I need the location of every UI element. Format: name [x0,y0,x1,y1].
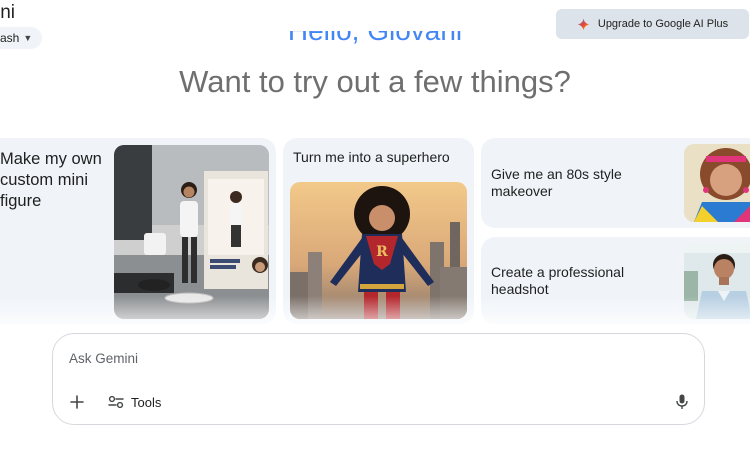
app-title: ini [0,2,16,23]
svg-text:R: R [376,244,388,260]
sparkle-icon [577,18,590,30]
prompt-composer: Tools [52,333,705,425]
suggestion-card-mini-figure[interactable]: Make my own custom mini figure [0,138,276,324]
suggestion-label: Turn me into a superhero [293,149,450,165]
suggestion-label: Give me an 80s style makeover [491,166,622,199]
microphone-icon [676,394,688,409]
suggestion-label: Make my own custom mini figure [0,150,102,210]
tools-icon [108,395,124,409]
suggestion-card-headshot[interactable]: Create a professional headshot [481,237,750,324]
suggestion-label: Create a professional headshot [491,264,625,297]
tools-label: Tools [131,394,162,410]
headshot-image [684,243,750,319]
makeover-image [684,144,750,222]
superhero-image: R [290,182,467,319]
greeting-prompt: Want to try out a few things? [179,64,571,99]
greeting-hello-text: Hello, Giovani [288,31,462,46]
gemini-home: ini ash ▼ Upgrade to Google AI Plus Hell… [0,0,750,460]
microphone-button[interactable] [671,391,693,413]
suggestion-card-80s-makeover[interactable]: Give me an 80s style makeover [481,138,750,228]
greeting-hello: Hello, Giovani [0,31,750,55]
upgrade-label: Upgrade to Google AI Plus [597,18,729,30]
mini-figure-image [114,145,269,319]
tools-button[interactable]: Tools [108,391,161,413]
plus-icon [70,395,84,409]
suggestion-card-superhero[interactable]: Turn me into a superhero R [283,138,474,324]
add-attachment-button[interactable] [67,392,87,412]
prompt-input[interactable] [69,348,629,368]
